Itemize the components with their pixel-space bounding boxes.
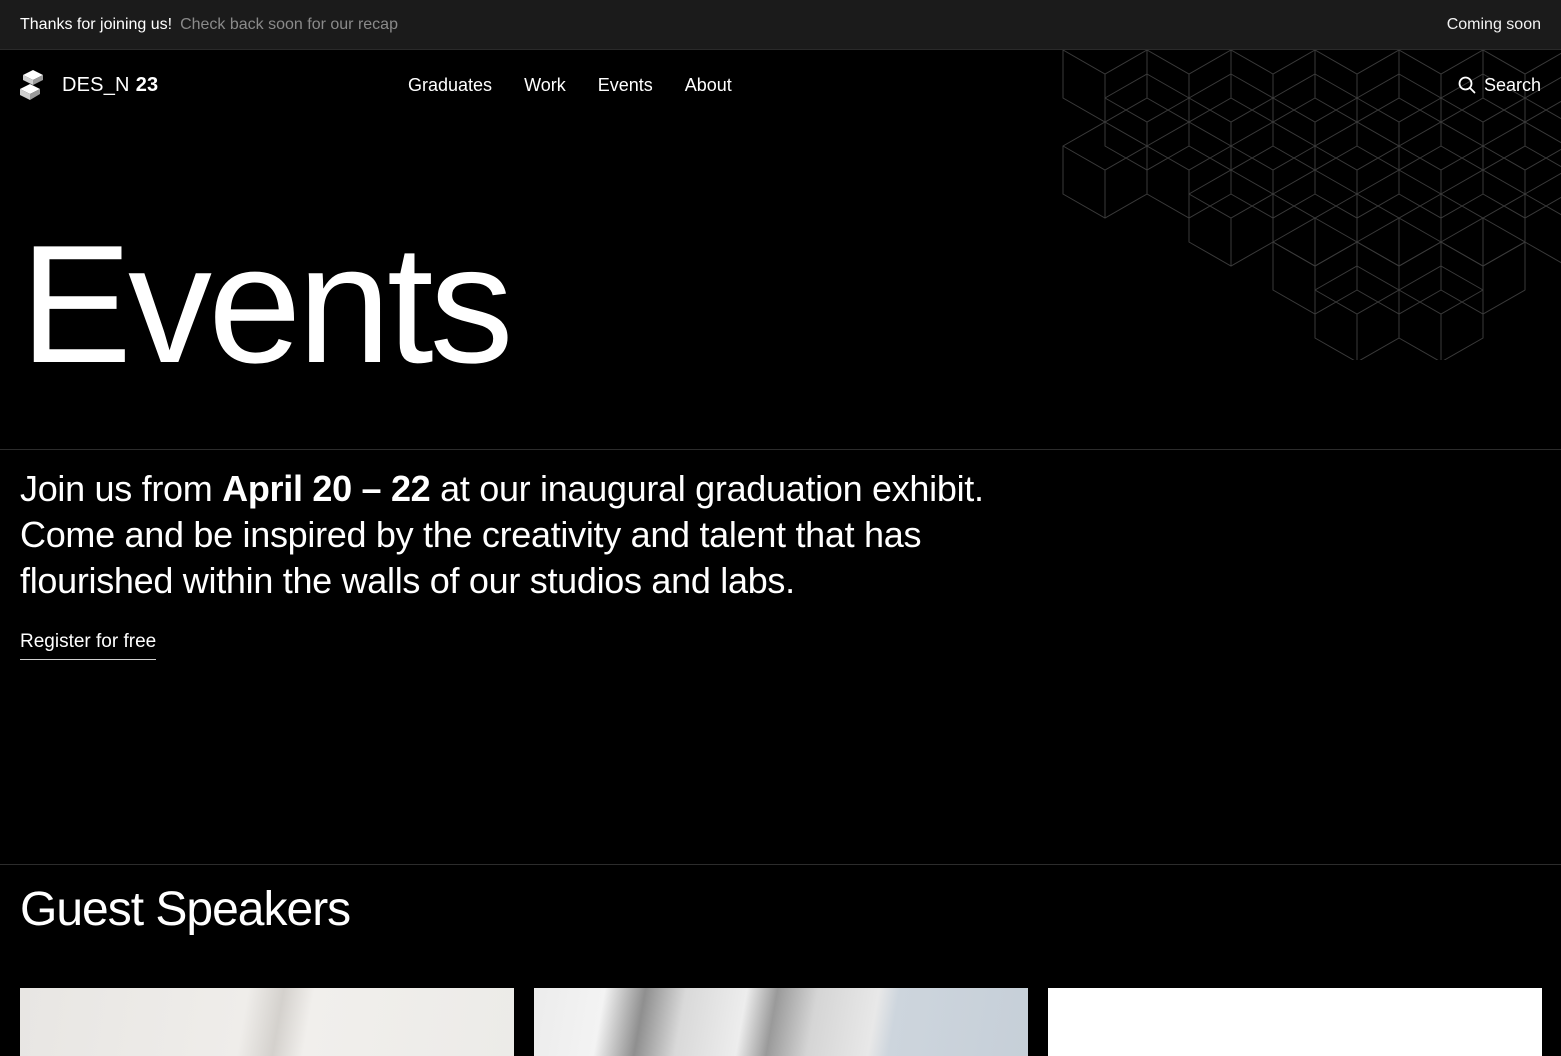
brand-title: DES_N (62, 73, 130, 96)
cube-edge (1440, 193, 1526, 219)
cube-edge (1398, 289, 1484, 315)
nav-item-events[interactable]: Events (598, 75, 653, 96)
event-dates: April 20 – 22 (222, 468, 431, 509)
cube-edge (1188, 193, 1274, 219)
cube-edge (1482, 145, 1561, 171)
cube-edge (1146, 145, 1232, 171)
cube-edge (1272, 193, 1358, 219)
cube-stack-logo-icon (20, 70, 43, 100)
intro-text-before: Join us from (20, 468, 223, 509)
nav-item-about[interactable]: About (685, 75, 732, 96)
brand-year: 23 (135, 73, 159, 96)
search-button[interactable]: Search (1458, 50, 1541, 120)
announcement-status: Coming soon (1446, 15, 1541, 33)
cube-outline (1524, 172, 1561, 264)
cube-edge (1314, 145, 1400, 171)
cube-edge (1062, 145, 1148, 171)
speaker-cards (20, 988, 1542, 1056)
search-icon (1458, 76, 1476, 94)
announcement-bar: Thanks for joining us! Check back soon f… (0, 0, 1561, 50)
brand-link[interactable]: DES_N 23 (20, 70, 158, 100)
cube-edge (1314, 289, 1400, 315)
announcement-message: Thanks for joining us! (20, 15, 173, 33)
main-nav: DES_N 23 Graduates Work Events About Sear… (0, 50, 1561, 120)
speaker-card-image[interactable] (1048, 988, 1542, 1056)
search-label: Search (1483, 74, 1541, 95)
section-title-guest-speakers: Guest Speakers (20, 883, 351, 936)
page-title: Events (20, 210, 514, 398)
nav-item-work[interactable]: Work (524, 75, 566, 96)
cube-edge (1230, 145, 1316, 171)
brand-name: DES_N 23 (62, 74, 158, 97)
intro-text: Join us from April 20 – 22 at our inaugu… (20, 466, 1050, 604)
hero-divider (0, 449, 1561, 450)
cube-edge (1398, 145, 1484, 171)
speaker-card-image[interactable] (534, 988, 1028, 1056)
announcement-sub-message[interactable]: Check back soon for our recap (180, 16, 398, 34)
register-link[interactable]: Register for free (20, 631, 157, 660)
cube-edge (1356, 193, 1442, 219)
announcement-message-group: Thanks for joining us! Check back soon f… (20, 16, 398, 34)
cube-outline (1482, 121, 1561, 219)
speaker-card-image[interactable] (20, 988, 514, 1056)
nav-menu: Graduates Work Events About (408, 50, 732, 120)
nav-item-graduates[interactable]: Graduates (408, 75, 492, 96)
section-divider (0, 864, 1561, 865)
